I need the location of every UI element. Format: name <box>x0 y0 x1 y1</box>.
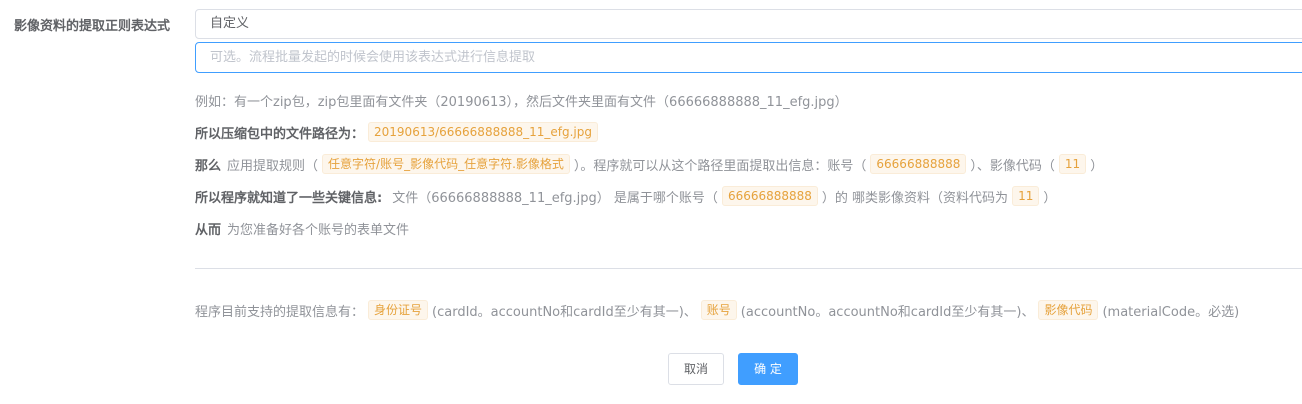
help-rule-label: 那么 <box>195 158 222 174</box>
help-rule-text-a: 应用提取规则（ <box>227 158 319 174</box>
help-result-text: 为您准备好各个账号的表单文件 <box>227 222 410 238</box>
help-line-rule: 那么 应用提取规则（ 任意字符/账号_影像代码_任意字符.影像格式 ）。程序就可… <box>195 153 1103 175</box>
divider <box>195 268 1302 269</box>
help-line-path: 所以压缩包中的文件路径为： 20190613/66666888888_11_ef… <box>195 121 602 143</box>
help-rule-text-d: ） <box>1090 158 1104 174</box>
support-line: 程序目前支持的提取信息有： 身份证号 (cardId。accountNo和car… <box>195 299 1239 321</box>
support-text-idcard: (cardId。accountNo和cardId至少有其一)、 <box>432 304 697 320</box>
help-line-result: 从而 为您准备好各个账号的表单文件 <box>195 217 409 239</box>
material-code-tag: 11 <box>1058 154 1087 174</box>
regex-type-select-value: 自定义 <box>210 16 250 31</box>
support-tag-idcard: 身份证号 <box>368 300 429 320</box>
account-tag: 66666888888 <box>870 154 967 174</box>
confirm-button[interactable]: 确 定 <box>738 353 798 385</box>
help-path-label: 所以压缩包中的文件路径为： <box>195 126 365 142</box>
help-example-text: 例如：有一个zip包，zip包里面有文件夹（20190613），然后文件夹里面有… <box>195 94 848 110</box>
cancel-button[interactable]: 取消 <box>668 353 724 385</box>
regex-field-label: 影像资料的提取正则表达式 <box>14 19 171 34</box>
help-keyinfo-label: 所以程序就知道了一些关键信息: <box>195 190 383 206</box>
help-keyinfo-text-a: 文件（66666888888_11_efg.jpg） 是属于哪个账号（ <box>392 190 718 206</box>
support-text-account: (accountNo。accountNo和cardId至少有其一)、 <box>740 304 1035 320</box>
help-rule-text-c: ）、影像代码（ <box>970 158 1055 174</box>
help-keyinfo-text-c: ） <box>1043 190 1057 206</box>
rule-pattern-tag: 任意字符/账号_影像代码_任意字符.影像格式 <box>322 154 570 174</box>
support-tag-account: 账号 <box>700 300 737 320</box>
help-keyinfo-text-b: ）的 哪类影像资料（资料代码为 <box>821 190 1009 206</box>
help-line-example: 例如：有一个zip包，zip包里面有文件夹（20190613），然后文件夹里面有… <box>195 89 848 111</box>
support-prefix: 程序目前支持的提取信息有： <box>195 304 365 320</box>
regex-input[interactable] <box>195 42 1302 73</box>
help-line-keyinfo: 所以程序就知道了一些关键信息: 文件（66666888888_11_efg.jp… <box>195 185 1056 207</box>
support-text-material: (materialCode。必选) <box>1102 304 1240 320</box>
help-rule-text-b: ）。程序就可以从这个路径里面提取出信息：账号（ <box>573 158 867 174</box>
support-tag-material: 影像代码 <box>1038 300 1099 320</box>
help-result-label: 从而 <box>195 222 222 238</box>
keyinfo-code-tag: 11 <box>1012 186 1040 206</box>
regex-type-select[interactable]: 自定义 <box>195 9 1302 39</box>
path-tag: 20190613/66666888888_11_efg.jpg <box>368 122 598 142</box>
keyinfo-account-tag: 66666888888 <box>721 186 818 206</box>
